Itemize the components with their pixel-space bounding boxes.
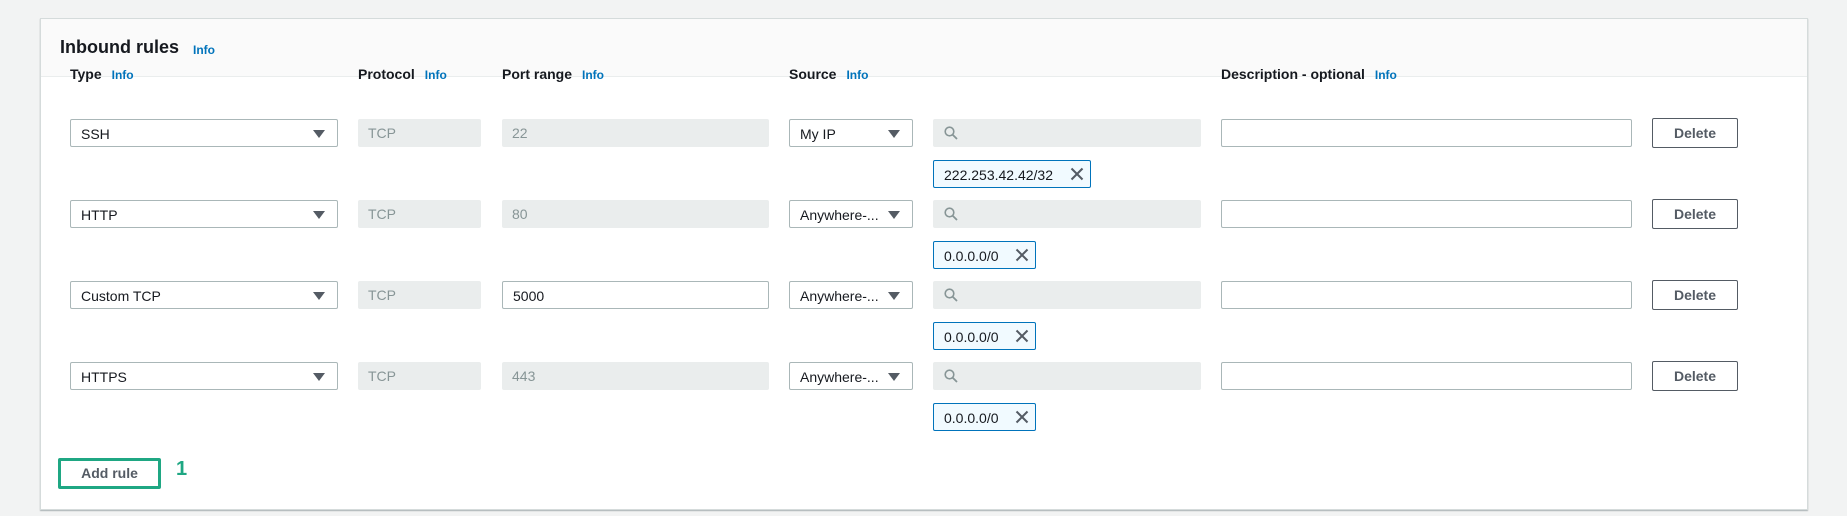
column-header-source: Source Info xyxy=(789,66,868,82)
rule-type-select[interactable]: HTTPS xyxy=(70,362,338,390)
rule-type-value: SSH xyxy=(81,126,110,142)
port-range-value: 22 xyxy=(512,125,528,141)
source-select[interactable]: My IP xyxy=(789,119,913,147)
search-icon xyxy=(944,126,958,140)
source-select[interactable]: Anywhere-... xyxy=(789,362,913,390)
caret-down-icon xyxy=(888,373,900,381)
source-select[interactable]: Anywhere-... xyxy=(789,281,913,309)
caret-down-icon xyxy=(888,292,900,300)
column-header-description-label: Description - optional xyxy=(1221,66,1365,82)
protocol-value: TCP xyxy=(368,287,396,303)
port-range-input[interactable]: 5000 xyxy=(502,281,769,309)
caret-down-icon xyxy=(888,211,900,219)
panel-header: Inbound rules Info xyxy=(41,19,1807,77)
column-header-description: Description - optional Info xyxy=(1221,66,1397,82)
port-range-info-link[interactable]: Info xyxy=(582,68,604,82)
protocol-value: TCP xyxy=(368,125,396,141)
cidr-token: 0.0.0.0/0 xyxy=(933,241,1036,269)
source-value: Anywhere-... xyxy=(800,369,879,385)
add-rule-button[interactable]: Add rule xyxy=(58,458,161,489)
source-info-link[interactable]: Info xyxy=(846,68,868,82)
search-icon xyxy=(944,369,958,383)
section-title: Inbound rules xyxy=(60,37,179,57)
column-header-protocol: Protocol Info xyxy=(358,66,447,82)
close-icon[interactable] xyxy=(1015,248,1029,262)
protocol-field: TCP xyxy=(358,281,481,309)
cidr-token-value: 0.0.0.0/0 xyxy=(944,410,999,426)
caret-down-icon xyxy=(888,130,900,138)
rule-type-select[interactable]: SSH xyxy=(70,119,338,147)
caret-down-icon xyxy=(313,130,325,138)
rule-type-select[interactable]: HTTP xyxy=(70,200,338,228)
cidr-token: 222.253.42.42/32 xyxy=(933,160,1091,188)
section-info-link[interactable]: Info xyxy=(193,43,215,57)
delete-rule-button[interactable]: Delete xyxy=(1652,280,1738,310)
rule-type-value: HTTPS xyxy=(81,369,127,385)
search-icon xyxy=(944,207,958,221)
cidr-token: 0.0.0.0/0 xyxy=(933,322,1036,350)
column-header-port-range-label: Port range xyxy=(502,66,573,82)
column-header-port-range: Port range Info xyxy=(502,66,604,82)
protocol-field: TCP xyxy=(358,119,481,147)
source-value: Anywhere-... xyxy=(800,207,879,223)
caret-down-icon xyxy=(313,292,325,300)
description-input[interactable] xyxy=(1221,362,1632,390)
delete-rule-button[interactable]: Delete xyxy=(1652,199,1738,229)
cidr-token-value: 0.0.0.0/0 xyxy=(944,248,999,264)
port-range-value: 443 xyxy=(512,368,536,384)
column-header-type: Type Info xyxy=(70,66,134,82)
rule-type-value: Custom TCP xyxy=(81,288,161,304)
description-input[interactable] xyxy=(1221,200,1632,228)
cidr-token-value: 0.0.0.0/0 xyxy=(944,329,999,345)
caret-down-icon xyxy=(313,373,325,381)
source-value: Anywhere-... xyxy=(800,288,879,304)
caret-down-icon xyxy=(313,211,325,219)
cidr-token-value: 222.253.42.42/32 xyxy=(944,167,1053,183)
cidr-search-input[interactable] xyxy=(933,200,1201,228)
protocol-info-link[interactable]: Info xyxy=(425,68,447,82)
step-number-marker: 1 xyxy=(176,458,188,480)
cidr-search-input[interactable] xyxy=(933,119,1201,147)
delete-rule-button[interactable]: Delete xyxy=(1652,361,1738,391)
search-icon xyxy=(944,288,958,302)
description-info-link[interactable]: Info xyxy=(1375,68,1397,82)
source-select[interactable]: Anywhere-... xyxy=(789,200,913,228)
column-header-protocol-label: Protocol xyxy=(358,66,415,82)
column-header-source-label: Source xyxy=(789,66,837,82)
port-range-field: 22 xyxy=(502,119,769,147)
rule-type-select[interactable]: Custom TCP xyxy=(70,281,338,309)
cidr-search-input[interactable] xyxy=(933,281,1201,309)
close-icon[interactable] xyxy=(1015,329,1029,343)
protocol-value: TCP xyxy=(368,206,396,222)
port-range-value: 80 xyxy=(512,206,528,222)
source-value: My IP xyxy=(800,126,836,142)
delete-rule-button[interactable]: Delete xyxy=(1652,118,1738,148)
description-input[interactable] xyxy=(1221,281,1632,309)
port-range-field: 80 xyxy=(502,200,769,228)
description-input[interactable] xyxy=(1221,119,1632,147)
port-range-field: 443 xyxy=(502,362,769,390)
rule-type-value: HTTP xyxy=(81,207,118,223)
close-icon[interactable] xyxy=(1015,410,1029,424)
type-info-link[interactable]: Info xyxy=(112,68,134,82)
inbound-rules-panel: Inbound rules Info xyxy=(40,18,1808,510)
port-range-value: 5000 xyxy=(513,288,545,304)
column-header-type-label: Type xyxy=(70,66,102,82)
close-icon[interactable] xyxy=(1070,167,1084,181)
protocol-value: TCP xyxy=(368,368,396,384)
cidr-token: 0.0.0.0/0 xyxy=(933,403,1036,431)
cidr-search-input[interactable] xyxy=(933,362,1201,390)
protocol-field: TCP xyxy=(358,362,481,390)
protocol-field: TCP xyxy=(358,200,481,228)
